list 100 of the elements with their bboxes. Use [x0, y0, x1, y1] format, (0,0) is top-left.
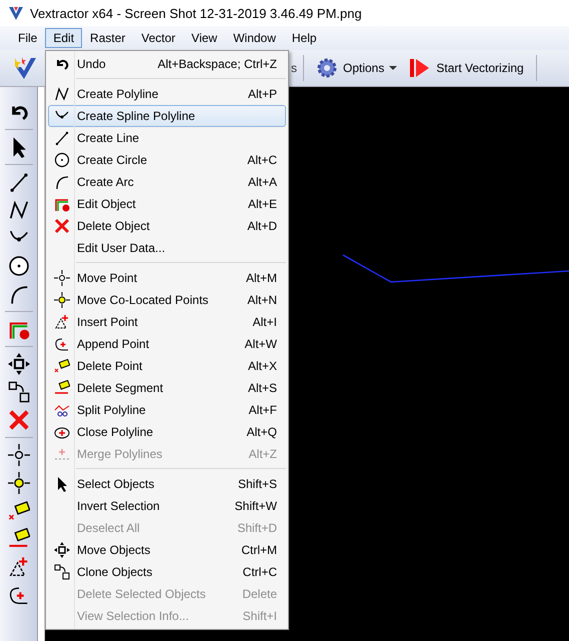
menu-item[interactable]: Append Point Alt+W — [48, 333, 286, 355]
shortcut-text: Alt+F — [248, 403, 278, 417]
line-icon — [54, 130, 70, 146]
shortcut-text: Delete — [242, 587, 278, 601]
move-point-icon — [54, 270, 70, 286]
shortcut-text: Alt+X — [248, 359, 278, 373]
shortcut-text: Alt+E — [248, 197, 278, 211]
clone-icon[interactable] — [8, 381, 30, 403]
menu-label: Move Objects — [76, 543, 152, 557]
menu-item[interactable]: Vector — [133, 28, 184, 48]
start-vectorizing-button[interactable]: Start Vectorizing — [403, 54, 530, 82]
merge-icon — [54, 446, 70, 462]
menu-label: Delete Segment — [76, 381, 164, 395]
insert-point-icon[interactable] — [8, 556, 30, 578]
menu-label: Delete Object — [76, 219, 151, 233]
menu-label: Select Objects — [76, 477, 156, 491]
menu-label: Edit User Data... — [76, 241, 166, 255]
menu-item[interactable]: Select Objects Shift+S — [48, 473, 286, 495]
menu-label: Edit Object — [76, 197, 137, 211]
shortcut-text: Ctrl+M — [241, 543, 278, 557]
menu-item[interactable]: Create Circle Alt+C — [48, 149, 286, 171]
move-points-icon — [54, 292, 70, 308]
eraser-icon[interactable] — [8, 500, 30, 522]
shortcut-text: Alt+W — [244, 337, 278, 351]
menu-item[interactable]: Split Polyline Alt+F — [48, 399, 286, 421]
menu-label: Merge Polylines — [76, 447, 164, 461]
delete-icon[interactable] — [8, 409, 30, 431]
menu-label: Delete Point — [76, 359, 144, 373]
menu-label: Invert Selection — [76, 499, 161, 513]
toolbar-button[interactable]: s — [291, 58, 297, 78]
delete-icon — [54, 218, 70, 234]
shortcut-text: Shift+D — [237, 521, 278, 535]
shortcut-text: Alt+S — [248, 381, 278, 395]
shortcut-text: Ctrl+C — [242, 565, 278, 579]
move-icon[interactable] — [8, 353, 30, 375]
menu-item[interactable]: Invert Selection Shift+W — [48, 495, 286, 517]
circle-icon[interactable] — [8, 255, 30, 277]
menu-label: Undo — [76, 57, 107, 71]
menu-label: Insert Point — [76, 315, 139, 329]
menu-item[interactable]: Delete Point Alt+X — [48, 355, 286, 377]
menu-label: Move Co-Located Points — [76, 293, 210, 307]
menu-label: Delete Selected Objects — [76, 587, 207, 601]
shortcut-text: Alt+I — [252, 315, 278, 329]
menu-item[interactable]: View — [183, 28, 226, 48]
menu-item[interactable]: Delete Object Alt+D — [48, 215, 286, 237]
menu-item[interactable]: Delete Segment Alt+S — [48, 377, 286, 399]
options-button[interactable]: Options — [310, 54, 404, 82]
move-point-icon[interactable] — [8, 444, 30, 466]
shortcut-text: Shift+S — [238, 477, 278, 491]
menu-label: Create Arc — [76, 175, 135, 189]
menu-item[interactable]: Create Polyline Alt+P — [48, 83, 286, 105]
menu-item[interactable]: Window — [225, 28, 284, 48]
move-points-icon[interactable] — [8, 472, 30, 494]
menu-item[interactable]: Edit User Data... — [48, 237, 286, 259]
menu-item[interactable]: Clone Objects Ctrl+C — [48, 561, 286, 583]
menu-label: Split Polyline — [76, 403, 147, 417]
menu-item[interactable]: Close Polyline Alt+Q — [48, 421, 286, 443]
clone-icon — [54, 564, 70, 580]
shortcut-text: Alt+A — [248, 175, 278, 189]
circle-icon — [54, 152, 70, 168]
menu-item[interactable]: Undo Alt+Backspace; Ctrl+Z — [48, 53, 286, 75]
shortcut-text: Alt+Z — [248, 447, 278, 461]
shortcut-text: Shift+I — [242, 609, 278, 623]
menu-item[interactable]: Create Spline Polyline — [48, 105, 286, 127]
shortcut-text: Shift+W — [234, 499, 278, 513]
menu-item[interactable]: Raster — [82, 28, 134, 48]
eraser-icon — [54, 358, 70, 374]
menu-label: Create Line — [76, 131, 140, 145]
window-title: Vextractor x64 - Screen Shot 12-31-2019 3.46.49 PM.png — [30, 6, 362, 20]
menu-item[interactable]: Move Objects Ctrl+M — [48, 539, 286, 561]
menu-item[interactable]: File — [10, 28, 46, 48]
shortcut-text: Alt+Backspace; Ctrl+Z — [158, 57, 278, 71]
line-icon[interactable] — [8, 171, 30, 193]
menu-label: Move Point — [76, 271, 138, 285]
menu-label: Append Point — [76, 337, 150, 351]
caret-icon — [389, 66, 398, 70]
shortcut-text: Alt+M — [246, 271, 278, 285]
menu-item[interactable]: Create Arc Alt+A — [48, 171, 286, 193]
play-icon — [409, 57, 432, 79]
menu-item[interactable]: Edit Object Alt+E — [48, 193, 286, 215]
menu-item[interactable]: Help — [284, 28, 325, 48]
menu-item[interactable]: Insert Point Alt+I — [48, 311, 286, 333]
menu-item[interactable]: Edit — [45, 28, 82, 48]
menu-item[interactable]: Move Co-Located Points Alt+N — [48, 289, 286, 311]
shortcut-text: Alt+N — [247, 293, 278, 307]
menu-label: Close Polyline — [76, 425, 154, 439]
menu-item[interactable]: Move Point Alt+M — [48, 267, 286, 289]
polyline-icon[interactable] — [8, 199, 30, 221]
wizard-icon[interactable] — [12, 55, 38, 81]
menu-label: Create Circle — [76, 153, 148, 167]
shortcut-text: Alt+C — [247, 153, 278, 167]
menu-label: Create Spline Polyline — [76, 109, 196, 123]
gear-icon — [316, 57, 338, 79]
menu-item[interactable]: Create Line — [48, 127, 286, 149]
app-icon — [8, 5, 24, 21]
eraser-icon[interactable] — [8, 528, 30, 550]
append-point-icon — [54, 336, 70, 352]
shortcut-text: Alt+Q — [246, 425, 278, 439]
eraser-icon — [54, 380, 70, 396]
shortcut-text: Alt+D — [247, 219, 278, 233]
